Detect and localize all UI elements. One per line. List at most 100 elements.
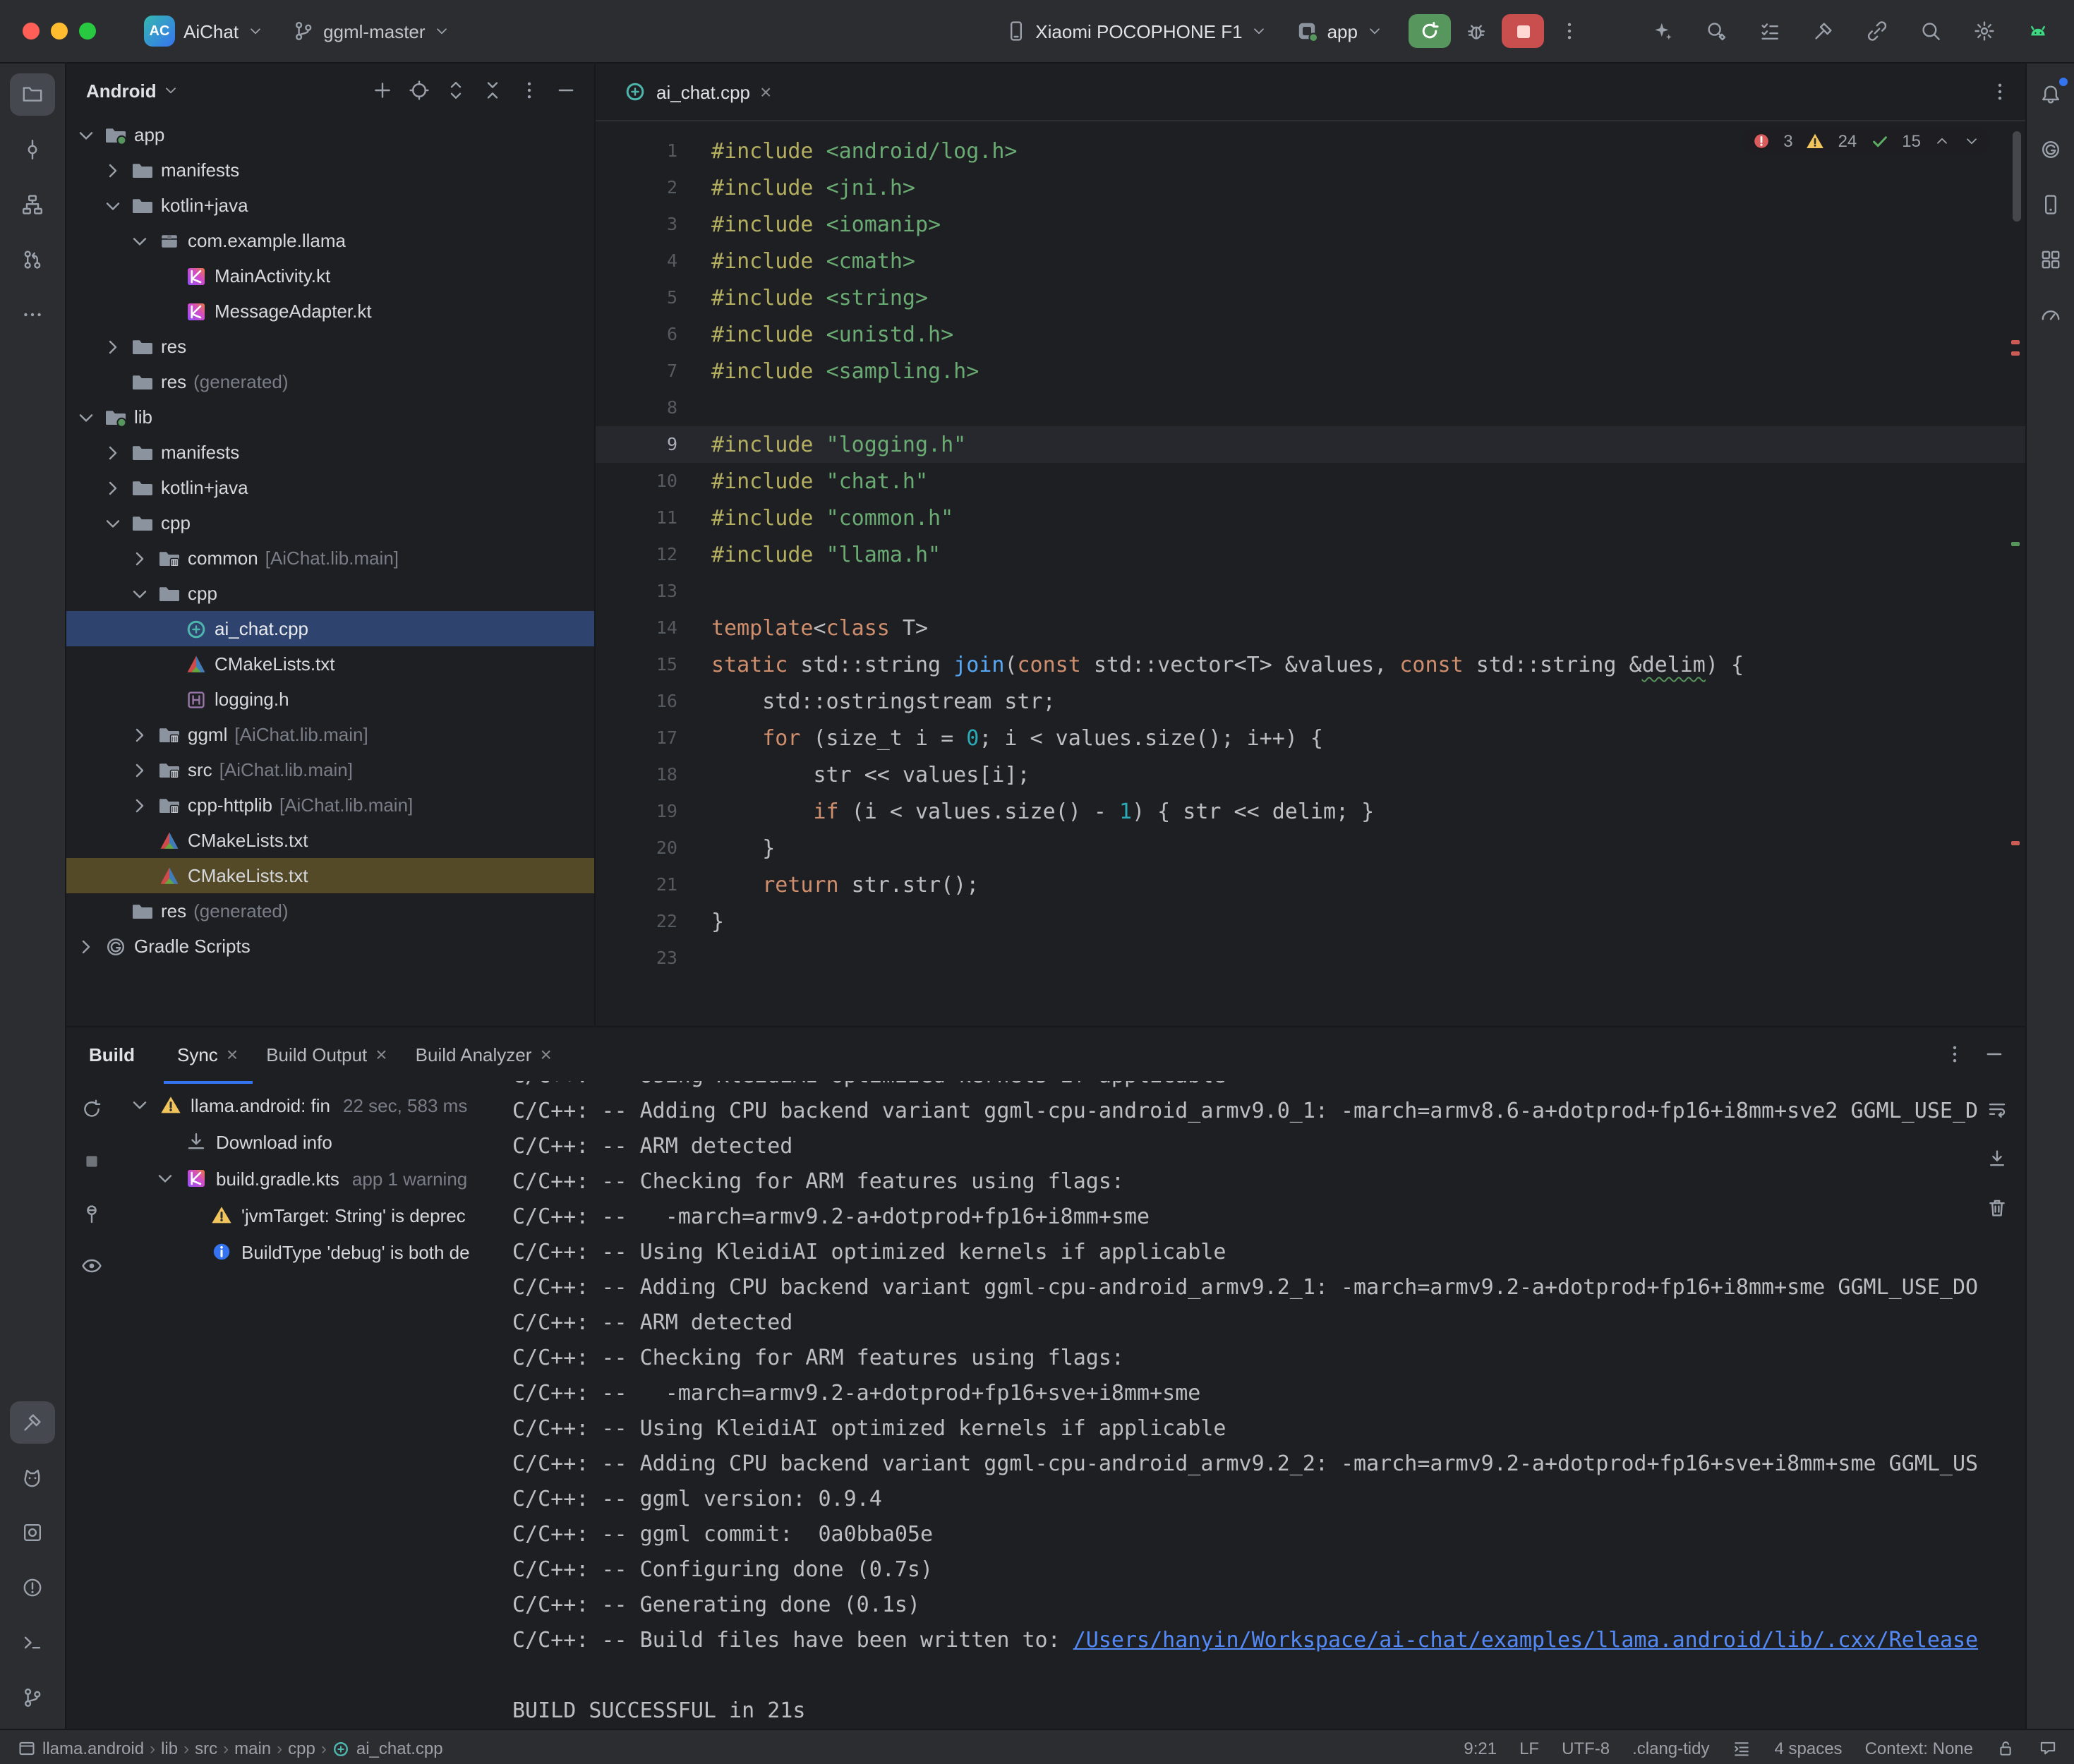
project-selector[interactable]: AC AiChat xyxy=(133,11,275,51)
clear-button[interactable] xyxy=(1980,1191,2014,1225)
code-line-7[interactable]: 7#include <sampling.h> xyxy=(596,353,2025,389)
close-tab-icon[interactable]: × xyxy=(540,1044,551,1064)
code-line-22[interactable]: 22} xyxy=(596,903,2025,940)
pull-requests-button[interactable] xyxy=(10,238,55,281)
gutter-line-1[interactable]: 1 xyxy=(596,133,700,169)
gutter-line-19[interactable]: 19 xyxy=(596,793,700,830)
breadcrumb-ai-chat-cpp[interactable]: ai_chat.cpp xyxy=(356,1739,443,1758)
build-tree-item-jvmtarget-string-is-deprec[interactable]: 'jvmTarget: String' is deprec xyxy=(117,1197,501,1233)
code-line-15[interactable]: 15static std::string join(const std::vec… xyxy=(596,646,2025,683)
gutter-line-14[interactable]: 14 xyxy=(596,610,700,646)
error-stripe-mark[interactable] xyxy=(2011,841,2020,845)
code-line-10[interactable]: 10#include "chat.h" xyxy=(596,463,2025,500)
tree-item-messageadapter-kt[interactable]: MessageAdapter.kt xyxy=(66,294,594,329)
tree-item-cpp-httplib[interactable]: cpp-httplib[AiChat.lib.main] xyxy=(66,787,594,823)
close-window-button[interactable] xyxy=(23,23,40,40)
tree-item-kotlin-java[interactable]: kotlin+java xyxy=(66,188,594,223)
code-line-14[interactable]: 14template<class T> xyxy=(596,610,2025,646)
plugins-button[interactable] xyxy=(1857,14,1897,48)
error-stripe-mark[interactable] xyxy=(2011,340,2020,344)
pin-button[interactable] xyxy=(75,1197,109,1231)
code-review-button[interactable] xyxy=(1696,14,1736,48)
gutter-line-8[interactable]: 8 xyxy=(596,389,700,426)
tree-chevron-right-icon[interactable] xyxy=(102,335,124,358)
gutter-line-11[interactable]: 11 xyxy=(596,500,700,536)
gutter-line-13[interactable]: 13 xyxy=(596,573,700,610)
close-tab-icon[interactable]: × xyxy=(375,1044,387,1064)
tree-chevron-right-icon[interactable] xyxy=(102,159,124,181)
close-tab-icon[interactable]: × xyxy=(227,1044,238,1064)
next-problem-chevron-down-icon[interactable] xyxy=(1963,133,1980,150)
soft-wrap-button[interactable] xyxy=(1980,1092,2014,1126)
more-button[interactable] xyxy=(10,294,55,336)
lock-icon[interactable] xyxy=(1996,1739,2015,1758)
code-line-17[interactable]: 17 for (size_t i = 0; i < values.size();… xyxy=(596,720,2025,756)
settings-button[interactable] xyxy=(1965,14,2004,48)
tree-item-res[interactable]: res xyxy=(66,329,594,364)
tree-chevron-right-icon[interactable] xyxy=(128,794,151,816)
code-line-23[interactable]: 23 xyxy=(596,940,2025,977)
context-widget[interactable]: Context: None xyxy=(1865,1739,1973,1758)
tree-item-com-example-llama[interactable]: com.example.llama xyxy=(66,223,594,258)
tree-chevron-right-icon[interactable] xyxy=(128,759,151,781)
code-line-5[interactable]: 5#include <string> xyxy=(596,279,2025,316)
code-line-19[interactable]: 19 if (i < values.size() - 1) { str << d… xyxy=(596,793,2025,830)
tree-item-src[interactable]: src[AiChat.lib.main] xyxy=(66,752,594,787)
gradle-button[interactable] xyxy=(2028,128,2073,171)
resource-manager-button[interactable] xyxy=(2028,238,2073,281)
app-quality-insights-button[interactable] xyxy=(2028,294,2073,336)
close-tab-icon[interactable]: × xyxy=(760,82,771,102)
build-tree-item-download-info[interactable]: Download info xyxy=(117,1123,501,1160)
run-button[interactable] xyxy=(1409,14,1451,48)
build-button[interactable] xyxy=(1804,14,1843,48)
gutter-line-20[interactable]: 20 xyxy=(596,830,700,866)
kebab-button[interactable] xyxy=(512,73,546,107)
tree-chevron-right-icon[interactable] xyxy=(75,935,97,957)
run-configuration-selector[interactable]: app xyxy=(1285,16,1394,47)
prev-problem-chevron-up-icon[interactable] xyxy=(1934,133,1951,150)
stop-sq-button[interactable] xyxy=(75,1144,109,1178)
build-tab-sync[interactable]: Sync× xyxy=(163,1027,252,1084)
code-line-6[interactable]: 6#include <unistd.h> xyxy=(596,316,2025,353)
logcat-button[interactable] xyxy=(10,1456,55,1499)
gutter-line-21[interactable]: 21 xyxy=(596,866,700,903)
tree-item-cpp[interactable]: cpp xyxy=(66,576,594,611)
code-line-2[interactable]: 2#include <jni.h> xyxy=(596,169,2025,206)
code-line-3[interactable]: 3#include <iomanip> xyxy=(596,206,2025,243)
code-style-icon[interactable] xyxy=(1732,1739,1752,1758)
device-manager-button[interactable] xyxy=(2028,183,2073,226)
tree-item-mainactivity-kt[interactable]: MainActivity.kt xyxy=(66,258,594,294)
device-selector[interactable]: Xiaomi POCOPHONE F1 xyxy=(993,16,1279,47)
tree-item-lib[interactable]: lib xyxy=(66,399,594,435)
code-line-18[interactable]: 18 str << values[i]; xyxy=(596,756,2025,793)
gutter-line-17[interactable]: 17 xyxy=(596,720,700,756)
notification-balloon-icon[interactable] xyxy=(2038,1739,2058,1758)
change-stripe-mark[interactable] xyxy=(2011,542,2020,546)
breadcrumb-cpp[interactable]: cpp xyxy=(288,1739,315,1758)
gutter-line-4[interactable]: 4 xyxy=(596,243,700,279)
gutter-line-2[interactable]: 2 xyxy=(596,169,700,206)
tree-chevron-down-icon[interactable] xyxy=(128,1094,151,1116)
android-profile-button[interactable] xyxy=(2018,14,2058,48)
gutter-line-23[interactable]: 23 xyxy=(596,940,700,977)
breadcrumb-src[interactable]: src xyxy=(195,1739,217,1758)
search-button[interactable] xyxy=(1911,14,1951,48)
ai-actions-button[interactable] xyxy=(1643,14,1682,48)
gutter-line-10[interactable]: 10 xyxy=(596,463,700,500)
tree-chevron-right-icon[interactable] xyxy=(102,476,124,499)
tree-chevron-right-icon[interactable] xyxy=(102,441,124,464)
tree-item-kotlin-java[interactable]: kotlin+java xyxy=(66,470,594,505)
build-tree-item-buildtype-debug-is-both-de[interactable]: BuildType 'debug' is both de xyxy=(117,1233,501,1270)
code-line-21[interactable]: 21 return str.str(); xyxy=(596,866,2025,903)
problems-button[interactable] xyxy=(10,1566,55,1609)
tree-item-res[interactable]: res(generated) xyxy=(66,893,594,929)
notifications-button[interactable] xyxy=(2028,73,2073,116)
task-list-button[interactable] xyxy=(1750,14,1790,48)
code-line-4[interactable]: 4#include <cmath> xyxy=(596,243,2025,279)
tree-chevron-down-icon[interactable] xyxy=(154,1167,176,1190)
tree-chevron-down-icon[interactable] xyxy=(75,123,97,146)
editor-options-kebab-icon[interactable] xyxy=(1989,80,2011,103)
tree-chevron-down-icon[interactable] xyxy=(102,512,124,534)
minimize-window-button[interactable] xyxy=(51,23,68,40)
tree-item-manifests[interactable]: manifests xyxy=(66,152,594,188)
